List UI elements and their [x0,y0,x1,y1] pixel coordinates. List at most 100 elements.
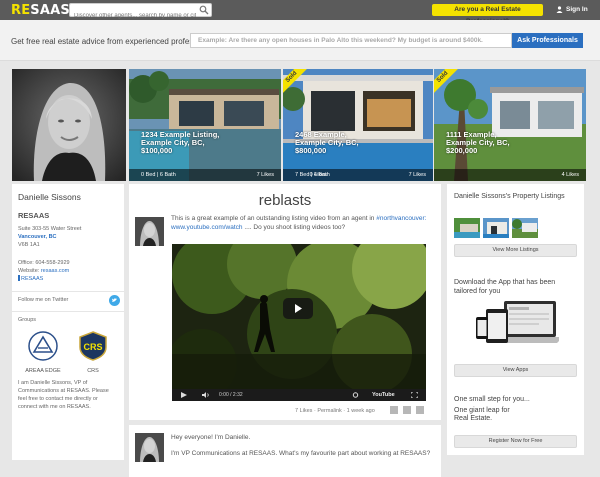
listing-card[interactable]: Sold 1111 Example, Example City, BC, $20… [434,69,586,181]
social-label: RESAAS [21,276,44,282]
group-badge-areaa[interactable]: AREAA EDGE [23,331,63,374]
group-label: AREAA EDGE [25,368,61,374]
avatar[interactable] [135,433,164,462]
listing-footer: 7 Bed | 4 Bath 0 Likes 7 Likes [283,169,433,181]
facebook-icon [18,275,20,281]
twitter-follow-text[interactable]: Follow me on Twitter [18,297,68,303]
fullscreen-icon[interactable] [411,392,418,398]
listing-price: $100,000 [141,146,173,155]
areaa-logo-icon [28,331,58,361]
listing-caption: 1234 Example Listing, Example City, BC, … [141,131,219,155]
post-likes[interactable]: 7 Likes [295,408,312,414]
ask-professionals-bar: Get free real estate advice from experie… [0,20,600,61]
agent-bio: I am Danielle Sissons, VP of Communicati… [18,380,109,410]
logo-re-text: RE [11,3,31,18]
agent-contact: Office: 604-558-2929 Website: resaas.com… [18,260,70,284]
register-button[interactable]: Register Now for Free [454,435,577,448]
office-phone: Office: 604-558-2929 [18,260,70,266]
listing-card[interactable]: Sold 2468 Example, Example City, BC, $80… [283,69,433,181]
listing-likes[interactable]: 7 Likes [257,169,274,181]
listing-photo [283,69,433,181]
ask-question-input[interactable]: Example: Are there any open houses in Pa… [190,33,512,48]
website-row: Website: resaas.com [18,268,70,276]
group-badge-crs[interactable]: CRS CRS [73,331,113,374]
settings-icon[interactable] [352,392,359,398]
top-navigation-bar: RESAAS® Are you a Real Estate Profession… [0,0,600,25]
listing-photo [434,69,586,181]
video-player[interactable]: 0:00 / 2:32 YouTube [172,244,426,401]
listing-thumbnail[interactable] [483,218,509,238]
sign-in-link[interactable]: Sign In [556,4,588,16]
listing-thumbnail[interactable] [454,218,480,238]
twitter-icon[interactable] [109,295,120,306]
agent-company[interactable]: RESAAS [18,211,49,220]
agent-address: Suite 303-55 Water Street Vancouver, BC … [18,225,81,249]
search-icon[interactable] [199,5,209,15]
video-time: 0:00 / 2:32 [219,392,243,398]
app-devices-image [476,301,559,343]
resaas-logo[interactable]: RESAAS® [11,3,75,18]
listing-caption: 1111 Example, Example City, BC, $200,000 [446,131,510,155]
listing-footer: 0 Bed | 6 Bath 7 Likes [129,169,281,181]
divider [12,311,124,312]
post-permalink[interactable]: Permalink [317,408,341,414]
reblasts-feed: reblasts This is a great example of an o… [129,184,441,420]
listing-footer: 4 Likes [434,169,586,181]
post-text: Hey everyone! I'm Danielle. I'm VP Commu… [171,433,436,458]
play-small-icon[interactable] [181,392,187,398]
group-label: CRS [87,368,99,374]
groups-label: Groups [18,317,37,323]
listing-price: $200,000 [446,146,478,155]
sign-in-label: Sign In [566,6,588,13]
listing-photo [129,69,281,181]
listing-thumbnail[interactable] [512,218,538,238]
address-city[interactable]: Vancouver, BC [18,233,81,241]
ask-professionals-button[interactable]: Ask Professionals [512,33,583,48]
website-label: Website: [18,267,41,274]
listing-likes[interactable]: 7 Likes [409,169,426,181]
property-listings-title: Danielle Sissons's Property Listings [454,193,565,200]
download-app-text: Download the App that has been tailored … [454,279,556,295]
right-sidebar: Danielle Sissons's Property Listings Vie… [447,184,584,455]
listing-likes-secondary[interactable]: 0 Likes [310,169,327,181]
facebook-share-icon[interactable] [390,406,398,414]
listing-card[interactable]: 1234 Example Listing, Example City, BC, … [129,69,281,181]
youtube-logo[interactable]: YouTube [372,389,395,401]
post-greeting: Hey everyone! I'm Danielle. [171,434,251,441]
real-estate-professional-button[interactable]: Are you a Real Estate Professional? [432,4,543,25]
agent-portrait-photo [12,69,126,181]
post-meta: 7 Likes · Permalink · 1 week ago [295,408,375,414]
address-line: Suite 303-55 Water Street [18,226,82,232]
user-icon [556,6,563,13]
listing-beds-baths: 0 Bed | 6 Bath [141,172,176,178]
giant-leap-text: One giant leap for Real Estate. [454,407,510,422]
svg-text:CRS: CRS [83,342,102,352]
agent-search-box[interactable] [69,3,212,22]
feed-title: reblasts [258,192,312,209]
reblast-post: Hey everyone! I'm Danielle. I'm VP Commu… [129,425,441,477]
listing-caption: 2468 Example, Example City, BC, $800,000 [295,131,359,155]
agent-profile-panel: Danielle Sissons RESAAS Suite 303-55 Wat… [12,184,124,460]
post-body: I'm VP Communications at RESAAS. What's … [171,450,431,457]
twitter-share-icon[interactable] [403,406,411,414]
listing-likes[interactable]: 4 Likes [562,169,579,181]
website-link[interactable]: resaas.com [41,268,69,274]
view-more-listings-button[interactable]: View More Listings [454,244,577,257]
view-apps-button[interactable]: View Apps [454,364,577,377]
logo-saas-text: SAAS [30,3,70,18]
post-text: This is a great example of an outstandin… [171,215,436,232]
volume-icon[interactable] [202,392,210,398]
divider [12,291,124,292]
avatar[interactable] [135,217,164,246]
agent-name: Danielle Sissons [18,192,81,202]
linkedin-share-icon[interactable] [416,406,424,414]
social-link[interactable]: RESAAS [18,275,70,284]
play-button[interactable] [283,298,313,319]
small-step-text: One small step for you... [454,396,530,403]
post-timestamp: 1 week ago [346,408,375,414]
address-postal: V6B 1A1 [18,242,40,248]
crs-logo-icon: CRS [79,331,107,361]
listing-price: $800,000 [295,146,327,155]
post-body: This is a great example of an outstandin… [171,215,375,222]
post-tail: .... Do you shoot listing videos too? [242,223,346,231]
